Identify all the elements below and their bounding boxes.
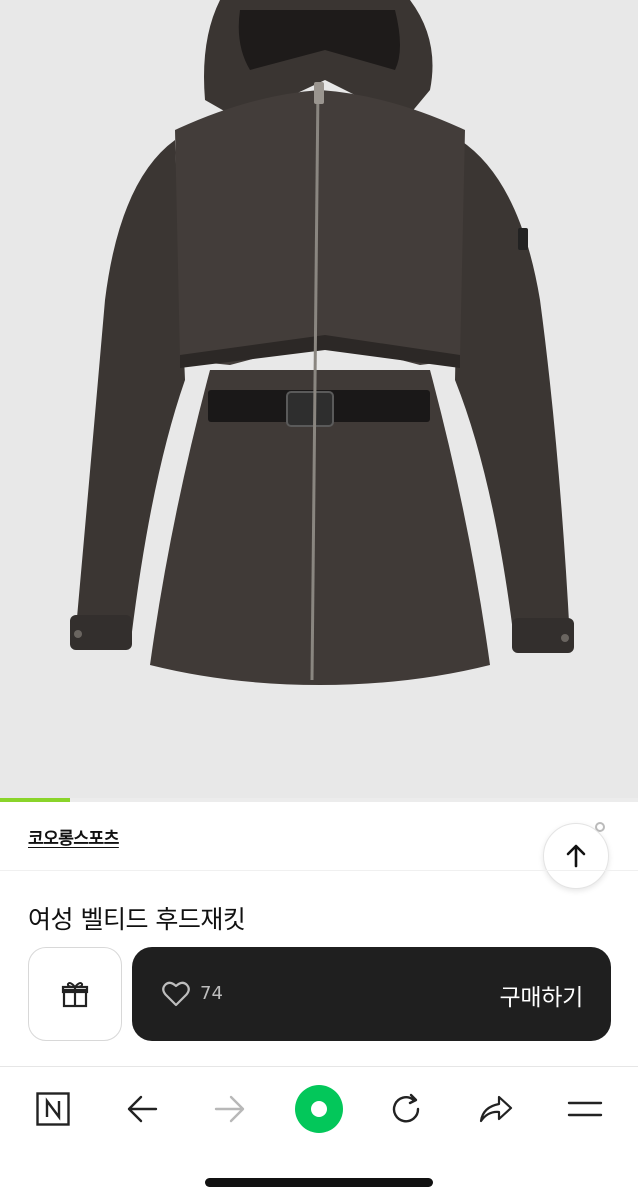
product-image[interactable] — [0, 0, 638, 800]
arrow-up-icon — [566, 844, 586, 868]
naver-n-icon — [36, 1092, 70, 1126]
like-count: 74 — [200, 983, 223, 1004]
image-progress-fill — [0, 798, 71, 802]
image-progress-track — [0, 798, 638, 802]
heart-icon[interactable] — [162, 981, 190, 1007]
buy-button-label[interactable]: 구매하기 — [500, 978, 584, 1012]
divider — [0, 870, 638, 871]
gift-button[interactable] — [28, 947, 122, 1041]
menu-button[interactable] — [563, 1087, 607, 1131]
browser-toolbar — [0, 1067, 638, 1147]
green-home-icon — [295, 1085, 343, 1133]
scroll-to-top-button[interactable] — [543, 823, 609, 889]
back-button[interactable] — [120, 1087, 164, 1131]
naver-n-button[interactable] — [31, 1087, 75, 1131]
menu-icon — [567, 1101, 603, 1117]
forward-arrow-icon — [214, 1095, 245, 1123]
product-title: 여성 벨티드 후드재킷 — [28, 905, 246, 934]
back-arrow-icon — [127, 1095, 158, 1123]
home-button[interactable] — [294, 1084, 344, 1134]
gift-icon — [61, 982, 89, 1008]
forward-button[interactable] — [208, 1087, 252, 1131]
refresh-icon — [392, 1093, 420, 1123]
share-button[interactable] — [474, 1087, 518, 1131]
home-indicator — [205, 1178, 433, 1187]
share-icon — [479, 1095, 513, 1123]
brand-link[interactable]: 코오롱스포츠 — [28, 824, 119, 849]
refresh-button[interactable] — [384, 1087, 428, 1131]
buy-bar[interactable]: 74 구매하기 — [132, 947, 611, 1041]
